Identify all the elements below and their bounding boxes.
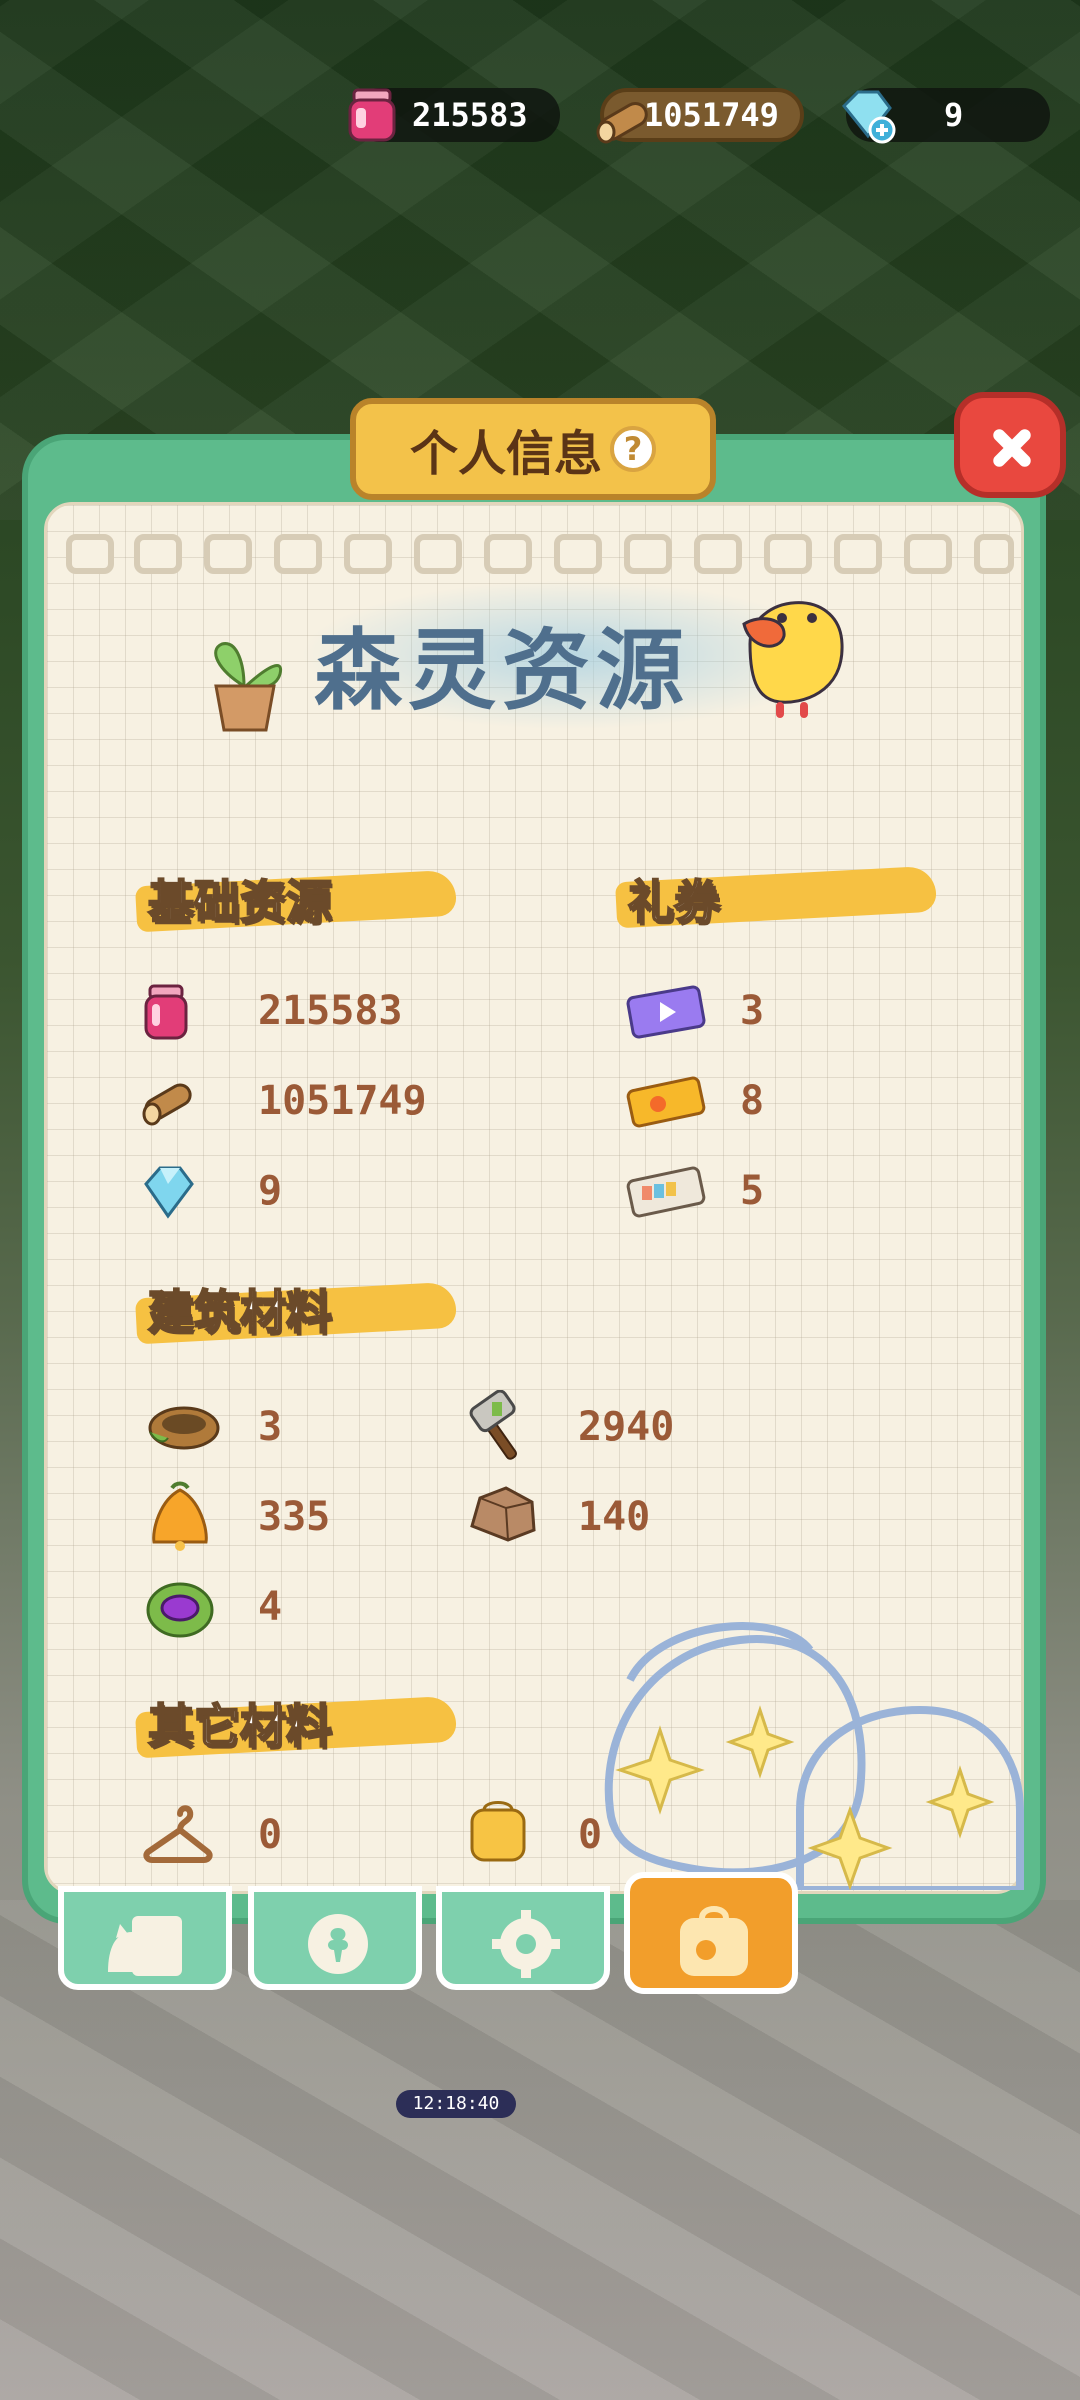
tab-settings[interactable] [436,1886,610,1990]
help-button[interactable]: ? [610,426,656,472]
tab-resources[interactable] [624,1872,798,1994]
nest-icon [148,1406,220,1450]
jam-resource-pill[interactable]: 215583 [348,88,560,142]
notebook-ring [344,534,392,574]
notebook-ring [904,534,952,574]
yellow-cloth-count: 0 [578,1812,603,1858]
tab-profile[interactable] [58,1886,232,1990]
building-timer: 12:18:40 [396,2090,516,2118]
plant-pot-icon [214,642,283,732]
cat-card-icon [108,1916,182,1976]
orange-bell-icon [152,1481,208,1551]
hanger-count: 0 [258,1812,283,1858]
close-button[interactable] [954,392,1066,498]
notebook-ring [764,534,812,574]
gem-plus-icon [841,90,896,144]
orange-bell-count: 335 [258,1494,331,1540]
badge-icon [308,1914,368,1974]
stone-count: 140 [578,1494,651,1540]
video-ticket-icon [626,985,706,1039]
notebook-ring [484,534,532,574]
banner-title: 森灵资源 [314,619,691,722]
notebook-ring [694,534,742,574]
jam-jar-icon [348,88,396,142]
jam-jar-icon [144,984,188,1040]
gem-icon [144,1166,194,1219]
notebook-ring [414,534,462,574]
gem-count: 9 [258,1168,283,1214]
gold-ticket-count: 8 [740,1078,765,1124]
resource-bag-icon [680,1906,748,1976]
purple-cabbage-icon [146,1582,214,1638]
gold-ticket-icon [626,1076,706,1128]
section-other-title: 其它材料 [147,1698,333,1754]
wood-log-icon [142,1083,192,1126]
notebook-ring [974,534,1014,574]
sketch-characters-decoration [604,1622,1024,1890]
wood-resource-pill[interactable]: 1051749 [596,88,804,144]
stone-icon [470,1486,536,1542]
gem-resource-pill[interactable]: 9 [841,88,1050,144]
section-basic-title: 基础资源 [147,874,333,930]
paper-ticket-icon [626,1166,706,1218]
section-vouchers-title: 礼券 [627,874,721,930]
modal-title: 个人信息 [409,426,602,482]
purple-cabbage-count: 4 [258,1584,283,1630]
video-ticket-count: 3 [740,988,765,1034]
notebook-ring [204,534,252,574]
yellow-cloth-icon [470,1801,526,1862]
wood-count: 1051749 [258,1078,427,1124]
hammer-count: 2940 [578,1404,675,1450]
gem-value: 9 [944,96,964,134]
notebook-ring [834,534,882,574]
notebook-ring [274,534,322,574]
wood-value: 1051749 [644,96,779,134]
tab-achievements[interactable] [248,1886,422,1990]
hammer-icon [469,1390,517,1460]
hanger-icon [143,1805,213,1863]
jam-value: 215583 [412,96,528,134]
notebook-ring [66,534,114,574]
yellow-bird-icon [742,601,844,718]
section-building-title: 建筑材料 [147,1284,333,1340]
nest-count: 3 [258,1404,283,1450]
notebook-ring [554,534,602,574]
notebook-ring [134,534,182,574]
modal-title-tab: 个人信息 ? [350,398,716,500]
paper-ticket-count: 5 [740,1168,765,1214]
notebook-ring [624,534,672,574]
jam-count: 215583 [258,988,403,1034]
gear-icon [492,1910,560,1978]
